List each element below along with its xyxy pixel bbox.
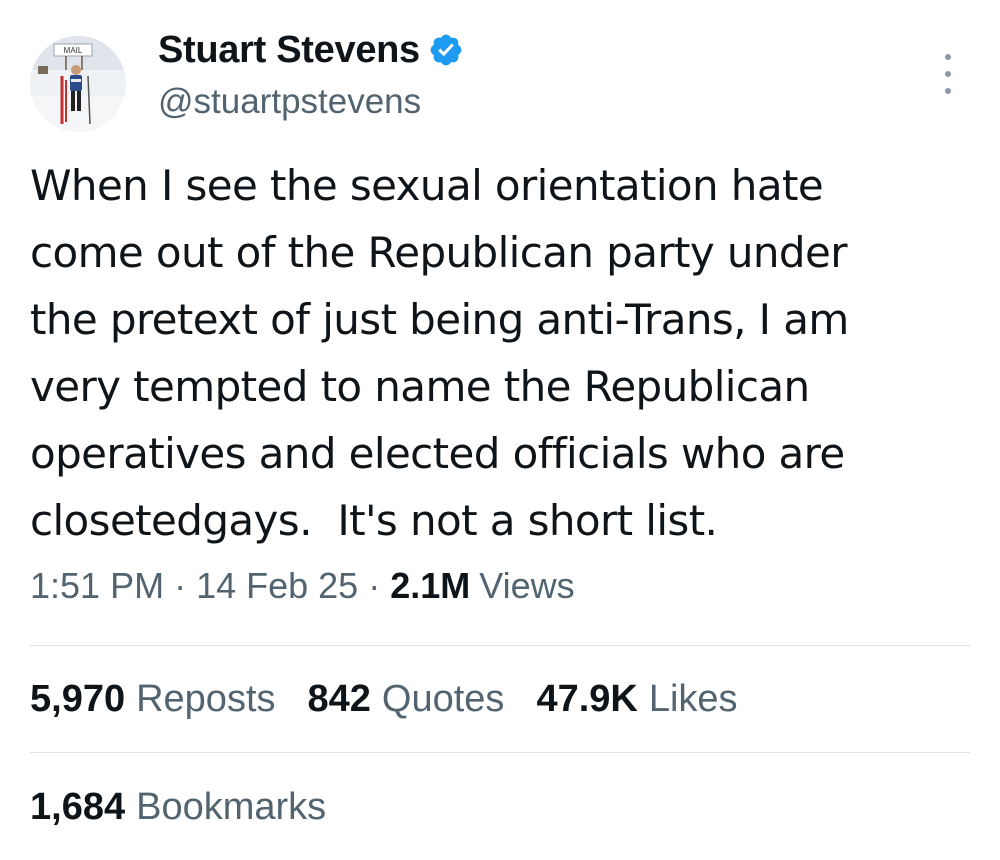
tweet-detail: MAIL Stuart Stevens @stuartpstevens When… (0, 0, 1000, 860)
author-display-name[interactable]: Stuart Stevens (158, 29, 420, 72)
quotes-count: 842 (307, 678, 371, 720)
engagement-stats: 5,970 Reposts 842 Quotes 47.9K Likes (30, 678, 770, 721)
avatar-image: MAIL (30, 36, 126, 132)
divider (30, 645, 970, 646)
bookmarks-label: Bookmarks (136, 786, 327, 828)
more-dot (945, 71, 951, 77)
tweet-header: MAIL Stuart Stevens @stuartpstevens (30, 28, 970, 132)
reposts-count: 5,970 (30, 678, 126, 720)
reposts-label: Reposts (136, 678, 276, 720)
quotes-label: Quotes (381, 678, 505, 720)
reposts-stat[interactable]: 5,970 Reposts (30, 678, 276, 721)
author-handle[interactable]: @stuartpstevens (158, 82, 464, 122)
display-name-row: Stuart Stevens (158, 28, 464, 72)
tweet-time[interactable]: 1:51 PM (30, 565, 164, 607)
avatar[interactable]: MAIL (30, 36, 126, 132)
bookmarks-stat[interactable]: 1,684 Bookmarks (30, 786, 326, 829)
avatar-sign-text: MAIL (64, 46, 83, 55)
meta-separator: · (174, 565, 187, 606)
tweet-text: When I see the sexual orientation hate c… (30, 161, 849, 545)
views-label: Views (479, 565, 575, 606)
author-names: Stuart Stevens @stuartpstevens (158, 28, 464, 122)
divider (30, 752, 970, 753)
more-options-icon[interactable] (938, 54, 958, 94)
tweet-date[interactable]: 14 Feb 25 (196, 565, 358, 607)
views-count: 2.1M (390, 565, 471, 606)
more-dot (945, 88, 951, 94)
bookmarks-count: 1,684 (30, 786, 126, 828)
quotes-stat[interactable]: 842 Quotes (308, 678, 505, 721)
verified-badge-icon[interactable] (428, 32, 464, 68)
more-dot (945, 54, 951, 60)
meta-separator: · (368, 565, 381, 606)
likes-stat[interactable]: 47.9K Likes (536, 678, 737, 721)
likes-label: Likes (648, 678, 738, 720)
tweet-meta: 1:51 PM · 14 Feb 25 · 2.1M Views (30, 565, 575, 607)
likes-count: 47.9K (536, 678, 638, 720)
